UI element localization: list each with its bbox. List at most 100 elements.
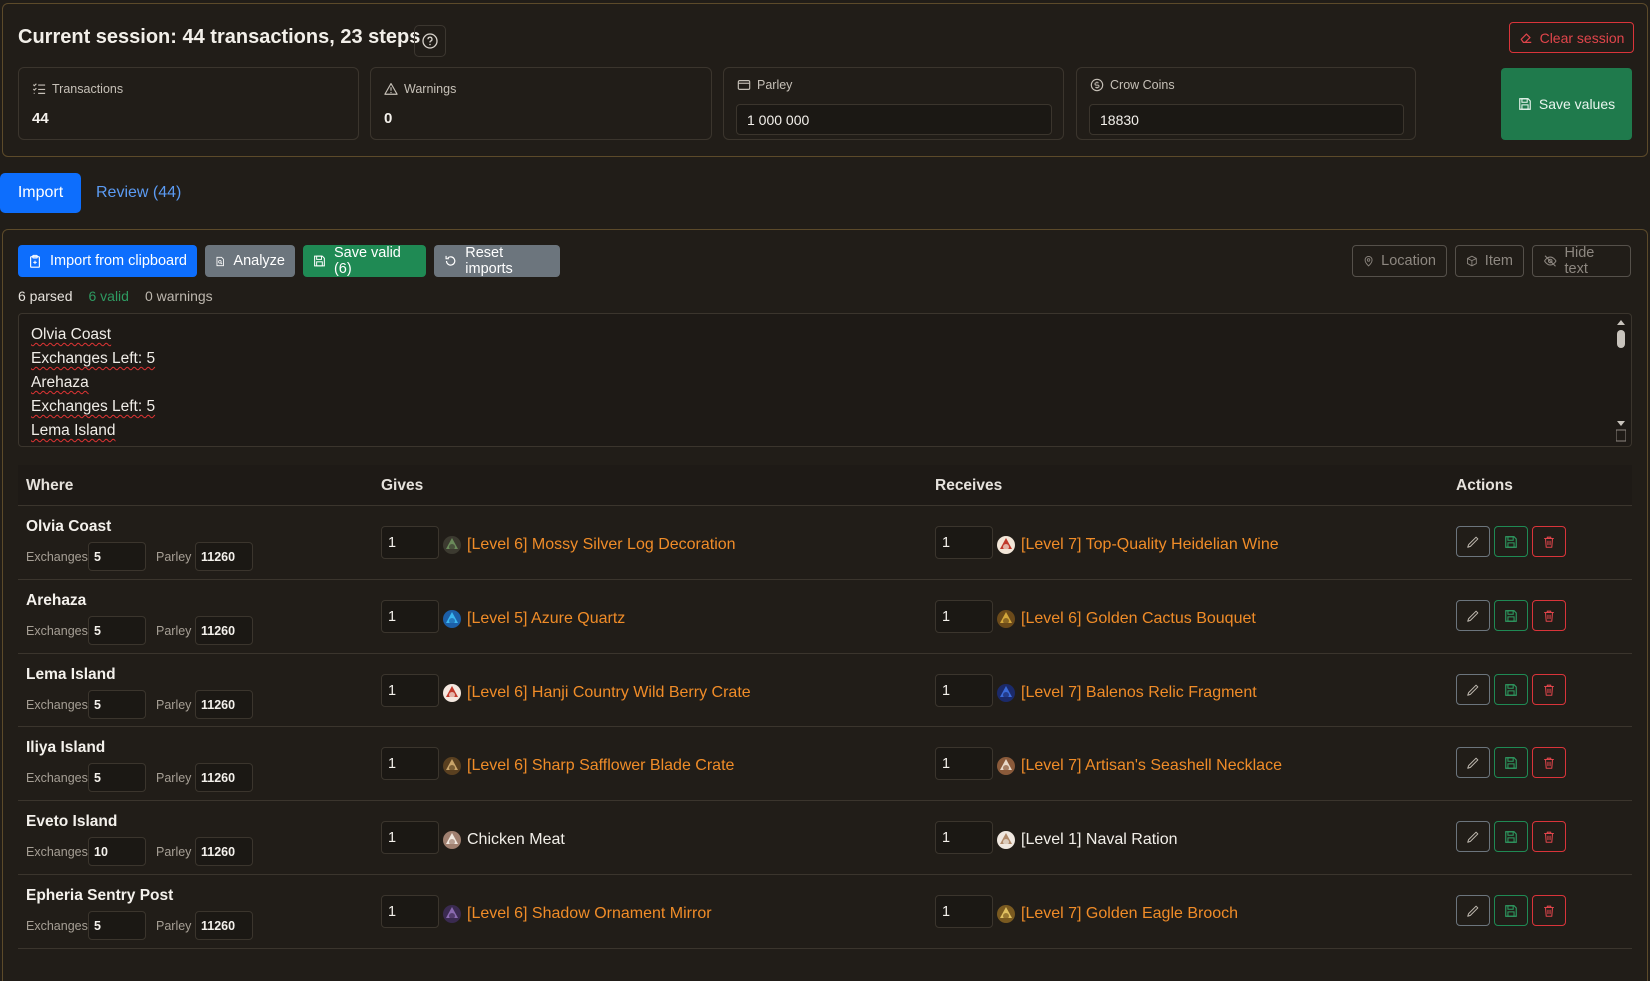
receive-quantity-input[interactable]: 1 (935, 747, 993, 780)
exchanges-input[interactable]: 5 (88, 911, 146, 940)
edit-button[interactable] (1456, 526, 1490, 557)
crow-coins-card: Crow Coins 18830 (1076, 67, 1416, 140)
receive-item[interactable]: [Level 1] Naval Ration (995, 829, 1178, 851)
parsed-count: 6 parsed (18, 288, 73, 304)
receive-quantity-input[interactable]: 1 (935, 600, 993, 633)
save-row-button[interactable] (1494, 526, 1528, 557)
exchanges-label: Exchanges (26, 919, 88, 933)
save-row-button[interactable] (1494, 895, 1528, 926)
give-quantity-input[interactable]: 1 (381, 895, 439, 928)
receive-item[interactable]: [Level 7] Balenos Relic Fragment (995, 682, 1257, 704)
give-quantity-input[interactable]: 1 (381, 747, 439, 780)
import-textarea[interactable]: Olvia Coast Exchanges Left: 5 Arehaza Ex… (18, 313, 1632, 447)
edit-button[interactable] (1456, 821, 1490, 852)
parley-input[interactable]: 11260 (195, 690, 253, 719)
parley-label: Parley (156, 845, 192, 859)
edit-button[interactable] (1456, 895, 1490, 926)
parley-input[interactable]: 11260 (195, 616, 253, 645)
edit-button[interactable] (1456, 600, 1490, 631)
exchanges-input[interactable]: 5 (88, 616, 146, 645)
save-row-button[interactable] (1494, 674, 1528, 705)
warnings-card: Warnings 0 (370, 67, 712, 140)
receive-quantity-input[interactable]: 1 (935, 674, 993, 707)
reset-imports-button[interactable]: Reset imports (434, 245, 560, 277)
location-toggle[interactable]: Location (1352, 245, 1447, 277)
exchanges-input[interactable]: 5 (88, 763, 146, 792)
textarea-line: Exchanges Left: 5 (31, 350, 156, 367)
parley-input[interactable]: 11260 (195, 911, 253, 940)
help-button[interactable] (414, 25, 446, 57)
eraser-icon (1520, 32, 1531, 43)
exchanges-input[interactable]: 5 (88, 690, 146, 719)
table-row: Iliya Island Exchanges 5 Parley 11260 1 … (18, 726, 1632, 800)
delete-button[interactable] (1532, 600, 1566, 631)
receive-item[interactable]: [Level 6] Golden Cactus Bouquet (995, 608, 1256, 630)
import-clipboard-button[interactable]: Import from clipboard (18, 245, 197, 277)
pencil-icon (1467, 905, 1479, 917)
transactions-label: Transactions (52, 82, 124, 96)
trash-icon (1544, 757, 1554, 769)
textarea-scrollbar[interactable] (1616, 318, 1626, 442)
analyze-button[interactable]: Analyze (205, 245, 295, 277)
delete-button[interactable] (1532, 674, 1566, 705)
exchanges-input[interactable]: 5 (88, 542, 146, 571)
parley-input[interactable]: 11260 (195, 763, 253, 792)
edit-button[interactable] (1456, 674, 1490, 705)
item-toggle[interactable]: Item (1455, 245, 1524, 277)
table-row: Epheria Sentry Post Exchanges 5 Parley 1… (18, 874, 1632, 948)
location-name: Arehaza (26, 592, 87, 609)
table-bottom-border (18, 948, 1632, 949)
tab-import[interactable]: Import (0, 173, 81, 213)
delete-button[interactable] (1532, 747, 1566, 778)
delete-button[interactable] (1532, 895, 1566, 926)
reset-arrow-icon (445, 255, 456, 266)
eye-slash-icon (1543, 255, 1557, 267)
parley-input[interactable]: 11260 (195, 837, 253, 866)
receive-quantity-input[interactable]: 1 (935, 821, 993, 854)
give-quantity-input[interactable]: 1 (381, 526, 439, 559)
parley-input[interactable]: 1 000 000 (736, 104, 1052, 135)
location-name: Lema Island (26, 666, 116, 683)
give-item[interactable]: [Level 6] Hanji Country Wild Berry Crate (441, 682, 751, 704)
give-item[interactable]: [Level 5] Azure Quartz (441, 608, 625, 630)
coin-icon (1090, 78, 1104, 92)
delete-button[interactable] (1532, 526, 1566, 557)
edit-button[interactable] (1456, 747, 1490, 778)
save-row-button[interactable] (1494, 600, 1528, 631)
wallet-icon (737, 80, 751, 90)
quartz-icon (443, 610, 461, 628)
trash-icon (1544, 905, 1554, 917)
receive-item[interactable]: [Level 7] Top-Quality Heidelian Wine (995, 534, 1279, 556)
location-name: Epheria Sentry Post (26, 887, 174, 904)
parley-label: Parley (156, 771, 192, 785)
receive-item-name: [Level 1] Naval Ration (1021, 831, 1178, 848)
save-values-button[interactable]: Save values (1501, 68, 1632, 140)
give-quantity-input[interactable]: 1 (381, 821, 439, 854)
hide-text-toggle[interactable]: Hide text (1532, 245, 1631, 277)
parley-input[interactable]: 11260 (195, 542, 253, 571)
give-quantity-input[interactable]: 1 (381, 600, 439, 633)
clear-session-button[interactable]: Clear session (1509, 22, 1634, 53)
save-valid-button[interactable]: Save valid (6) (303, 245, 426, 277)
delete-button[interactable] (1532, 821, 1566, 852)
receive-item[interactable]: [Level 7] Golden Eagle Brooch (995, 903, 1238, 925)
exchanges-label: Exchanges (26, 550, 88, 564)
exchanges-input[interactable]: 10 (88, 837, 146, 866)
save-row-button[interactable] (1494, 747, 1528, 778)
trash-icon (1544, 610, 1554, 622)
give-item[interactable]: Chicken Meat (441, 829, 565, 851)
receive-item[interactable]: [Level 7] Artisan's Seashell Necklace (995, 755, 1282, 777)
give-item[interactable]: [Level 6] Shadow Ornament Mirror (441, 903, 712, 925)
receive-quantity-input[interactable]: 1 (935, 526, 993, 559)
import-clipboard-label: Import from clipboard (50, 253, 187, 269)
location-name: Iliya Island (26, 739, 106, 756)
receive-quantity-input[interactable]: 1 (935, 895, 993, 928)
crow-coins-input[interactable]: 18830 (1089, 104, 1404, 135)
give-item[interactable]: [Level 6] Sharp Safflower Blade Crate (441, 755, 734, 777)
tab-review[interactable]: Review (44) (96, 184, 181, 202)
textarea-line: Lema Island (31, 422, 116, 439)
give-quantity-input[interactable]: 1 (381, 674, 439, 707)
save-row-button[interactable] (1494, 821, 1528, 852)
floppy-disk-icon (1505, 609, 1517, 622)
give-item[interactable]: [Level 6] Mossy Silver Log Decoration (441, 534, 736, 556)
